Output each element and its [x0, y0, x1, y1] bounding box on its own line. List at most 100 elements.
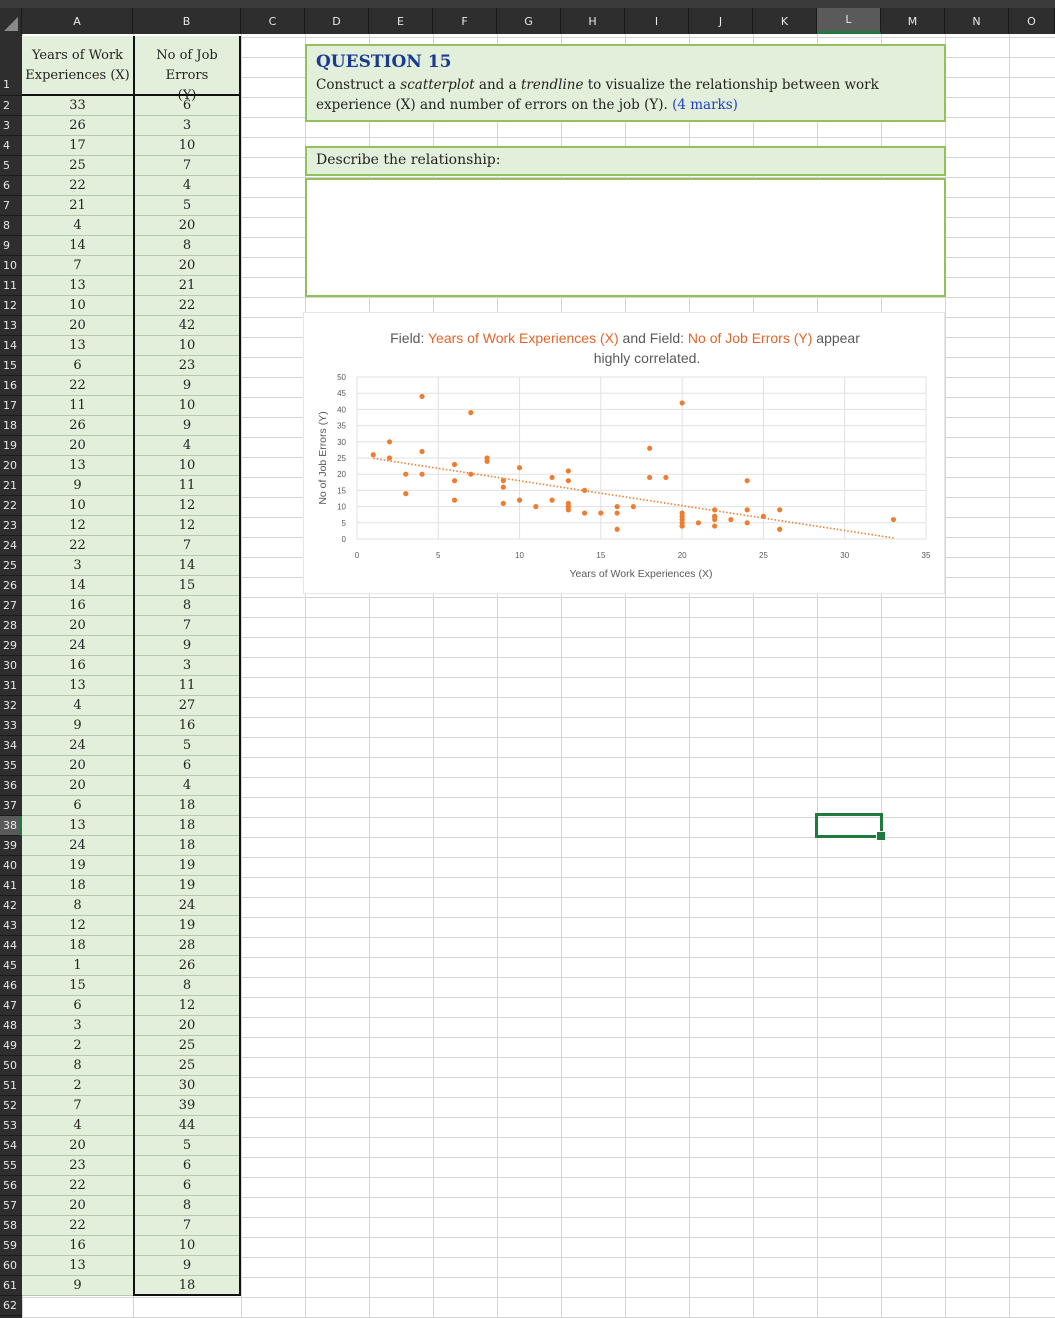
- cell-x-value[interactable]: 4: [22, 1116, 133, 1136]
- cell-y-value[interactable]: 44: [135, 1116, 239, 1136]
- question-box[interactable]: QUESTION 15 Construct a scatterplot and …: [305, 44, 946, 122]
- cell-y-value[interactable]: 5: [135, 196, 239, 216]
- row-header-23[interactable]: 23: [0, 516, 22, 536]
- row-header-6[interactable]: 6: [0, 176, 22, 196]
- cell-x-value[interactable]: 7: [22, 1096, 133, 1116]
- column-header-h[interactable]: H: [561, 8, 625, 34]
- cell-x-value[interactable]: 10: [22, 296, 133, 316]
- cell-x-value[interactable]: 1: [22, 956, 133, 976]
- row-header-32[interactable]: 32: [0, 696, 22, 716]
- cell-y-value[interactable]: 10: [135, 336, 239, 356]
- cell-x-value[interactable]: 13: [22, 816, 133, 836]
- cell-y-value[interactable]: 28: [135, 936, 239, 956]
- row-header-39[interactable]: 39: [0, 836, 22, 856]
- cell-y-value[interactable]: 8: [135, 236, 239, 256]
- cell-x-value[interactable]: 26: [22, 116, 133, 136]
- cell-y-value[interactable]: 7: [135, 536, 239, 556]
- cell-y-value[interactable]: 5: [135, 736, 239, 756]
- cell-y-value[interactable]: 7: [135, 616, 239, 636]
- cell-x-value[interactable]: 24: [22, 636, 133, 656]
- cell-x-value[interactable]: 12: [22, 516, 133, 536]
- describe-label-cell[interactable]: Describe the relationship:: [305, 146, 946, 176]
- cell-x-value[interactable]: 8: [22, 896, 133, 916]
- cell-x-value[interactable]: 20: [22, 316, 133, 336]
- cell-x-value[interactable]: 3: [22, 1016, 133, 1036]
- column-header-g[interactable]: G: [497, 8, 561, 34]
- cell-x-value[interactable]: 16: [22, 656, 133, 676]
- cell-y-value[interactable]: 9: [135, 1256, 239, 1276]
- cell-x-value[interactable]: 18: [22, 936, 133, 956]
- cell-y-value[interactable]: 22: [135, 296, 239, 316]
- row-header-51[interactable]: 51: [0, 1076, 22, 1096]
- column-header-e[interactable]: E: [369, 8, 433, 34]
- column-header-n[interactable]: N: [945, 8, 1009, 34]
- cell-x-value[interactable]: 20: [22, 436, 133, 456]
- cell-y-value[interactable]: 15: [135, 576, 239, 596]
- cell-y-value[interactable]: 4: [135, 776, 239, 796]
- cell-x-value[interactable]: 4: [22, 696, 133, 716]
- cell-y-value[interactable]: 10: [135, 456, 239, 476]
- cell-y-value[interactable]: 24: [135, 896, 239, 916]
- row-header-19[interactable]: 19: [0, 436, 22, 456]
- selected-cell-L38[interactable]: [815, 813, 883, 838]
- column-header-m[interactable]: M: [881, 8, 945, 34]
- cell-y-value[interactable]: 8: [135, 976, 239, 996]
- select-all-button[interactable]: [0, 8, 22, 34]
- cell-y-value[interactable]: 14: [135, 556, 239, 576]
- cell-y-value[interactable]: 7: [135, 156, 239, 176]
- cell-y-value[interactable]: 11: [135, 476, 239, 496]
- cell-y-value[interactable]: 18: [135, 796, 239, 816]
- header-years-of-work[interactable]: Years of Work Experiences (X): [22, 46, 133, 86]
- row-header-31[interactable]: 31: [0, 676, 22, 696]
- row-header-1[interactable]: 1: [0, 34, 22, 96]
- cell-y-value[interactable]: 20: [135, 256, 239, 276]
- row-header-52[interactable]: 52: [0, 1096, 22, 1116]
- row-header-7[interactable]: 7: [0, 196, 22, 216]
- cell-x-value[interactable]: 13: [22, 676, 133, 696]
- cell-y-value[interactable]: 19: [135, 916, 239, 936]
- row-header-13[interactable]: 13: [0, 316, 22, 336]
- cell-x-value[interactable]: 10: [22, 496, 133, 516]
- row-header-16[interactable]: 16: [0, 376, 22, 396]
- row-header-58[interactable]: 58: [0, 1216, 22, 1236]
- row-header-22[interactable]: 22: [0, 496, 22, 516]
- column-header-c[interactable]: C: [241, 8, 305, 34]
- row-header-9[interactable]: 9: [0, 236, 22, 256]
- row-header-3[interactable]: 3: [0, 116, 22, 136]
- cell-x-value[interactable]: 14: [22, 576, 133, 596]
- cell-x-value[interactable]: 2: [22, 1036, 133, 1056]
- row-header-50[interactable]: 50: [0, 1056, 22, 1076]
- cell-x-value[interactable]: 20: [22, 616, 133, 636]
- row-header-10[interactable]: 10: [0, 256, 22, 276]
- cell-y-value[interactable]: 27: [135, 696, 239, 716]
- row-header-48[interactable]: 48: [0, 1016, 22, 1036]
- row-header-21[interactable]: 21: [0, 476, 22, 496]
- row-header-54[interactable]: 54: [0, 1136, 22, 1156]
- row-header-20[interactable]: 20: [0, 456, 22, 476]
- column-header-d[interactable]: D: [305, 8, 369, 34]
- row-header-33[interactable]: 33: [0, 716, 22, 736]
- cell-y-value[interactable]: 9: [135, 636, 239, 656]
- cell-x-value[interactable]: 6: [22, 996, 133, 1016]
- row-header-2[interactable]: 2: [0, 96, 22, 116]
- cell-y-value[interactable]: 9: [135, 416, 239, 436]
- cell-y-value[interactable]: 12: [135, 516, 239, 536]
- cell-y-value[interactable]: 19: [135, 856, 239, 876]
- row-header-29[interactable]: 29: [0, 636, 22, 656]
- row-header-25[interactable]: 25: [0, 556, 22, 576]
- row-header-61[interactable]: 61: [0, 1276, 22, 1296]
- cell-y-value[interactable]: 18: [135, 816, 239, 836]
- cell-x-value[interactable]: 13: [22, 276, 133, 296]
- cell-x-value[interactable]: 16: [22, 596, 133, 616]
- column-header-j[interactable]: J: [689, 8, 753, 34]
- cell-x-value[interactable]: 20: [22, 756, 133, 776]
- row-header-4[interactable]: 4: [0, 136, 22, 156]
- row-header-12[interactable]: 12: [0, 296, 22, 316]
- row-header-37[interactable]: 37: [0, 796, 22, 816]
- column-header-i[interactable]: I: [625, 8, 689, 34]
- cell-y-value[interactable]: 30: [135, 1076, 239, 1096]
- row-header-14[interactable]: 14: [0, 336, 22, 356]
- cell-x-value[interactable]: 22: [22, 376, 133, 396]
- cell-x-value[interactable]: 7: [22, 256, 133, 276]
- cell-y-value[interactable]: 9: [135, 376, 239, 396]
